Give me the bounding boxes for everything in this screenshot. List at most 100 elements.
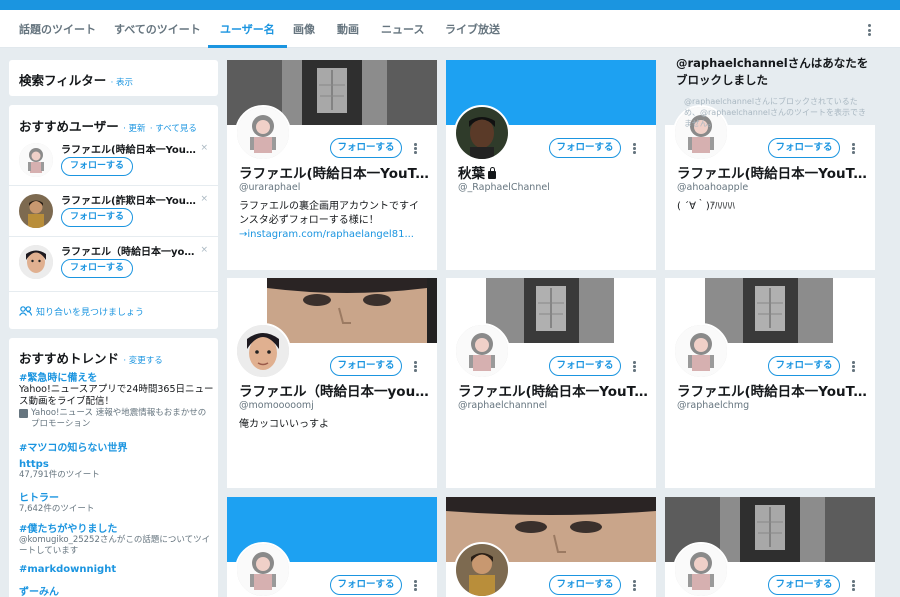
tab-videos[interactable]: 動画 (337, 10, 359, 48)
search-filter-box: 検索フィルター · 表示 (9, 60, 218, 96)
avatar[interactable] (19, 143, 53, 177)
avatar[interactable] (235, 105, 291, 161)
user-card[interactable]: フォローする (446, 497, 656, 597)
user-handle[interactable]: @raphaelchmg (677, 400, 749, 411)
user-actions-icon[interactable] (414, 361, 417, 373)
more-options-icon[interactable] (868, 24, 872, 36)
avatar[interactable] (673, 542, 729, 597)
suggested-user-name[interactable]: ラファエル(詐欺日本一YouTuber) (61, 192, 201, 207)
user-actions-icon[interactable] (633, 580, 636, 592)
trend-name[interactable]: #markdownnight (19, 564, 214, 575)
trend-item[interactable]: #僕たちがやりました @komugiko_25252さんがこの話題についてツイー… (19, 520, 214, 557)
user-handle[interactable]: @_RaphaelChannel (458, 182, 550, 193)
trend-item[interactable]: https 47,791件のツイート (19, 459, 214, 481)
suggested-user-name[interactable]: ラファエル(時給日本一YouTuber) (61, 141, 201, 156)
find-friends-row[interactable]: 知り合いを見つけましょう (9, 291, 218, 329)
avatar[interactable] (454, 105, 510, 161)
follow-button[interactable]: フォローする (330, 356, 402, 376)
follow-button[interactable]: フォローする (549, 575, 621, 595)
follow-button[interactable]: フォローする (61, 259, 133, 278)
suggested-user[interactable]: ラファエル(時給日本一YouTuber) フォローする × (9, 135, 218, 187)
user-card[interactable]: フォローする ラファエル（時給日本一youtuber） @momooooomj … (227, 278, 437, 488)
dismiss-icon[interactable]: × (200, 143, 208, 153)
avatar[interactable] (454, 542, 510, 597)
user-card[interactable]: フォローする ラファエル(時給日本一YouTuber) @uraraphael … (227, 60, 437, 270)
who-to-follow-title: おすすめユーザー (19, 119, 119, 134)
trend-name[interactable]: ヒトラー (19, 489, 214, 504)
user-name[interactable]: ラファエル（時給日本一youtuber） (239, 380, 431, 400)
follow-button[interactable]: フォローする (330, 575, 402, 595)
suggested-user[interactable]: ラファエル(詐欺日本一YouTuber) フォローする × (9, 185, 218, 237)
avatar[interactable] (454, 323, 510, 379)
trend-item[interactable]: ヒトラー 7,642件のツイート (19, 489, 214, 515)
user-actions-icon[interactable] (852, 361, 855, 373)
suggested-user-name[interactable]: ラファエル（時給日本一youtuber） (61, 243, 201, 258)
avatar[interactable] (19, 194, 53, 228)
user-handle[interactable]: @ahoahoapple (677, 182, 748, 193)
follow-button[interactable]: フォローする (549, 356, 621, 376)
user-card[interactable]: フォローする ラファエル(時給日本一YouTuber) @raphaelchmg (665, 278, 875, 488)
user-actions-icon[interactable] (852, 580, 855, 592)
suggested-user[interactable]: ラファエル（時給日本一youtuber） フォローする × (9, 236, 218, 288)
follow-button[interactable]: フォローする (768, 356, 840, 376)
refresh-link[interactable]: · 更新 (123, 124, 145, 134)
trend-count: 7,642件のツイート (19, 504, 95, 514)
tab-images[interactable]: 画像 (293, 10, 315, 48)
dismiss-icon[interactable]: × (200, 194, 208, 204)
tab-all-tweets[interactable]: すべてのツイート (114, 10, 201, 48)
tab-live[interactable]: ライブ放送 (445, 10, 500, 48)
bio-link[interactable]: →instagram.com/raphaelangel81... (239, 229, 414, 240)
trends-change-link[interactable]: · 変更する (123, 356, 162, 366)
user-card[interactable]: フォローする (665, 497, 875, 597)
user-card[interactable]: フォローする 秋葉 @_RaphaelChannel (446, 60, 656, 270)
user-actions-icon[interactable] (852, 143, 855, 155)
follow-button[interactable]: フォローする (768, 575, 840, 595)
tab-users[interactable]: ユーザー名 (208, 10, 287, 48)
trend-item[interactable]: #markdownnight (19, 564, 214, 575)
search-filter-show-link[interactable]: · 表示 (111, 78, 133, 88)
user-card[interactable]: フォローする ラファエル(時給日本一YouTuber) @ahoahoapple… (665, 60, 875, 270)
trend-item[interactable]: #緊急時に備えを Yahoo!ニュースアプリで24時間365日ニュース動画をライ… (19, 369, 214, 430)
user-card[interactable]: フォローする ラファエル(時給日本一YouTuber) @raphaelchan… (446, 278, 656, 488)
user-bio: ( ´∀｀)ｱﾊﾊﾊﾊ (677, 201, 735, 212)
tab-news[interactable]: ニュース (381, 10, 424, 48)
trend-item[interactable]: ずーみん (19, 583, 214, 597)
trend-name[interactable]: ずーみん (19, 583, 214, 597)
top-accent-bar (0, 0, 900, 10)
user-handle[interactable]: @raphaelchannnel (458, 400, 547, 411)
user-actions-icon[interactable] (414, 580, 417, 592)
trend-name[interactable]: #僕たちがやりました (19, 520, 214, 535)
user-bio: 俺カッコいいっすよ (239, 419, 329, 430)
user-card[interactable]: フォローする (227, 497, 437, 597)
avatar[interactable] (19, 245, 53, 279)
user-handle[interactable]: @uraraphael (239, 182, 300, 193)
trend-item[interactable]: #マツコの知らない世界 (19, 439, 214, 454)
find-friends-link[interactable]: 知り合いを見つけましょう (36, 305, 144, 318)
avatar[interactable] (235, 542, 291, 597)
trends-box: おすすめトレンド · 変更する #緊急時に備えを Yahoo!ニュースアプリで2… (9, 338, 218, 597)
view-all-link[interactable]: · すべて見る (150, 124, 197, 134)
trend-context: @komugiko_25252さんがこの話題についてツイートしています (19, 535, 211, 556)
follow-button[interactable]: フォローする (61, 208, 133, 227)
follow-button[interactable]: フォローする (549, 138, 621, 158)
avatar[interactable] (235, 323, 291, 379)
user-name[interactable]: 秋葉 (458, 162, 650, 182)
follow-button[interactable]: フォローする (61, 157, 133, 176)
follow-button[interactable]: フォローする (330, 138, 402, 158)
tab-top-tweets[interactable]: 話題のツイート (19, 10, 96, 48)
user-actions-icon[interactable] (633, 143, 636, 155)
user-actions-icon[interactable] (414, 143, 417, 155)
user-actions-icon[interactable] (633, 361, 636, 373)
trend-name[interactable]: #緊急時に備えを (19, 369, 214, 384)
trend-name[interactable]: #マツコの知らない世界 (19, 439, 214, 454)
dismiss-icon[interactable]: × (200, 245, 208, 255)
user-name[interactable]: ラファエル(時給日本一YouTuber) (677, 162, 869, 182)
follow-button[interactable]: フォローする (768, 138, 840, 158)
avatar[interactable] (673, 323, 729, 379)
user-name[interactable]: ラファエル(時給日本一YouTuber) (239, 162, 431, 182)
trend-name[interactable]: https (19, 459, 214, 470)
user-name[interactable]: ラファエル(時給日本一YouTuber) (677, 380, 869, 400)
user-name[interactable]: ラファエル(時給日本一YouTuber) (458, 380, 650, 400)
user-handle[interactable]: @momooooomj (239, 400, 314, 411)
search-filter-title: 検索フィルター (19, 73, 107, 88)
